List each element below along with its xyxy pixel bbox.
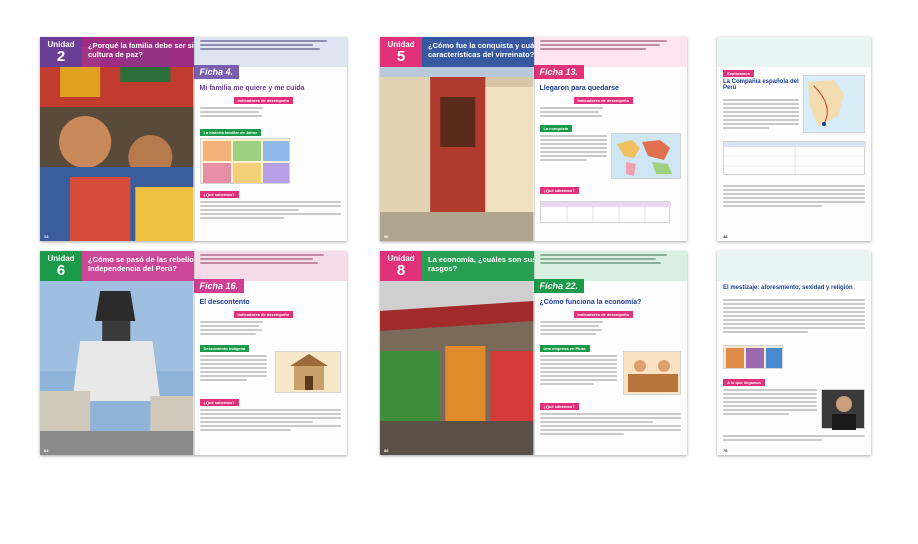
figures-illustration — [723, 345, 783, 369]
comic-panels — [199, 138, 290, 184]
gutter — [533, 37, 535, 241]
section-tag: A lo que llegamos — [723, 379, 766, 386]
indicator-tag: Indicadores de desempeño — [573, 97, 634, 104]
portrait — [821, 389, 865, 430]
single-page-2: El mestizaje: aforesmiento, sexidad y re… — [717, 251, 871, 455]
ficha-title: El descontento — [199, 299, 250, 306]
activity-tag: ¿Qué sabemos? — [199, 399, 239, 406]
question-lines — [199, 201, 341, 221]
indicator-tag: Indicadores de desempeño — [233, 311, 294, 318]
indicator-lines — [199, 321, 342, 337]
ficha-title: Llegaron para quedarse — [539, 85, 619, 92]
unit-badge: Unidad 5 — [380, 37, 422, 67]
section-tag: Descontento indígena — [199, 345, 250, 352]
ficha-title: ¿Cómo funciona la economía? — [539, 299, 642, 306]
question-lines — [199, 409, 341, 433]
question-lines — [723, 185, 865, 209]
ficha-label: Ficha 13. — [533, 65, 585, 79]
spread-left-page: Unidad 8 La economía, ¿cuáles son sus pr… — [380, 251, 592, 455]
section-tag: Una empresa en Piura — [539, 345, 590, 352]
indicator-lines — [539, 321, 682, 337]
catalog-stage: Unidad 2 ¿Porqué la familia debe ser sin… — [0, 0, 918, 544]
single-page-1: Exploramos La Compañía española del Perú… — [717, 37, 871, 241]
spread-unit-2: Unidad 2 ¿Porqué la familia debe ser sin… — [40, 37, 347, 241]
page-number: 76 — [723, 448, 728, 453]
reading-lines — [723, 389, 817, 417]
unit-badge: Unidad 8 — [380, 251, 422, 281]
activity-tag: ¿Qué sabemos? — [539, 403, 579, 410]
unit-number: 2 — [56, 47, 66, 65]
data-table — [723, 141, 866, 176]
church-illustration — [275, 351, 341, 393]
section-tag: Exploramos — [723, 70, 754, 77]
unit-number: 8 — [396, 261, 406, 279]
unit-number: 6 — [56, 261, 66, 279]
spread-right-page: Ficha 16. El descontento Indicadores de … — [193, 251, 347, 455]
page-number: 48 — [723, 234, 728, 239]
body-lines — [723, 99, 799, 131]
spread-left-page: Unidad 2 ¿Porqué la familia debe ser sin… — [40, 37, 252, 241]
spread-right-page: Ficha 13. Llegaron para quedarse Indicad… — [533, 37, 687, 241]
competency-text — [539, 254, 682, 276]
competency-bar — [193, 251, 347, 281]
monument-photo — [40, 251, 194, 455]
body-lines — [539, 135, 607, 163]
activity-tag: ¿Qué sabemos? — [539, 187, 579, 194]
ficha-label: Ficha 4. — [193, 65, 240, 79]
spread-unit-6: Unidad 6 ¿Cómo se pasó de las rebeliones… — [40, 251, 347, 455]
gutter — [193, 251, 195, 455]
market-photo — [380, 251, 534, 455]
unit-number: 5 — [396, 47, 406, 65]
spread-unit-8: Unidad 8 La economía, ¿cuáles son sus pr… — [380, 251, 687, 455]
page-number: 50 — [384, 234, 389, 239]
competency-text — [199, 254, 342, 276]
route-map — [803, 75, 865, 133]
competency-bar — [533, 37, 687, 67]
answer-table — [539, 201, 671, 224]
competency-text — [539, 40, 682, 62]
page-title: La Compañía española del Perú — [723, 79, 799, 91]
spread-right-page: Ficha 4. Mi familia me quiere y me cuida… — [193, 37, 347, 241]
workshop-illustration — [623, 351, 681, 395]
world-map — [611, 133, 681, 179]
page-number: 86 — [384, 448, 389, 453]
section-tag: La historia familiar de Jaime — [199, 129, 262, 136]
unit-badge: Unidad 2 — [40, 37, 82, 67]
unit-badge: Unidad 6 — [40, 251, 82, 281]
spread-right-page: Ficha 22. ¿Cómo funciona la economía? In… — [533, 251, 687, 455]
indicator-tag: Indicadores de desempeño — [233, 97, 294, 104]
ficha-label: Ficha 22. — [533, 279, 585, 293]
page-decoration — [717, 37, 871, 67]
page-title: El mestizaje: aforesmiento, sexidad y re… — [723, 285, 853, 291]
ficha-label: Ficha 16. — [193, 279, 245, 293]
colonial-street-photo — [380, 37, 534, 241]
activity-tag: ¿Qué sabemos? — [199, 191, 239, 198]
section-tag: La conquista — [539, 125, 573, 132]
page-number: 62 — [44, 448, 49, 453]
spread-left-page: Unidad 6 ¿Cómo se pasó de las rebeliones… — [40, 251, 252, 455]
page-decoration — [717, 251, 871, 281]
indicator-lines — [539, 107, 682, 119]
children-photo — [40, 37, 194, 241]
body-lines — [539, 355, 617, 387]
competency-bar — [533, 251, 687, 281]
question-lines — [723, 435, 865, 443]
gutter — [533, 251, 535, 455]
spread-left-page: Unidad 5 ¿Cómo fue la conquista y cuáles… — [380, 37, 592, 241]
gutter — [193, 37, 195, 241]
page-number: 14 — [44, 234, 49, 239]
body-lines — [723, 299, 865, 335]
indicator-tag: Indicadores de desempeño — [573, 311, 634, 318]
competency-text — [199, 40, 342, 62]
ficha-title: Mi familia me quiere y me cuida — [199, 85, 305, 92]
question-lines — [539, 413, 681, 437]
spread-unit-5: Unidad 5 ¿Cómo fue la conquista y cuáles… — [380, 37, 687, 241]
body-lines — [199, 355, 267, 383]
indicator-lines — [199, 107, 342, 119]
competency-bar — [193, 37, 347, 67]
